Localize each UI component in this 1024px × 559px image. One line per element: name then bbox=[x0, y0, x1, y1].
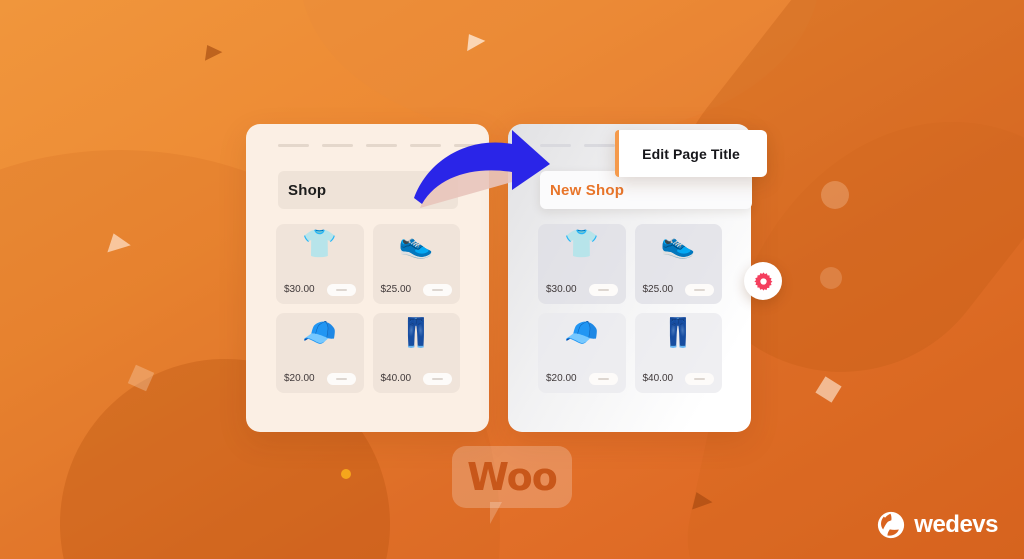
product-price: $30.00 bbox=[546, 284, 577, 295]
add-to-cart-button[interactable] bbox=[423, 284, 452, 296]
product-price: $25.00 bbox=[642, 284, 674, 295]
product-grid-left: 👕 $30.00 👟 $25.00 🧢 $20.00 👖 $40.00 bbox=[276, 224, 460, 393]
gear-icon bbox=[753, 271, 772, 291]
wedevs-brand: wedevs bbox=[877, 511, 998, 539]
product-price: $25.00 bbox=[380, 284, 412, 295]
jeans-icon: 👖 bbox=[398, 317, 434, 348]
product-card[interactable]: 🧢 $20.00 bbox=[538, 313, 626, 393]
add-to-cart-button[interactable] bbox=[685, 373, 714, 385]
tshirt-icon: 👕 bbox=[564, 228, 600, 259]
product-price: $40.00 bbox=[642, 373, 674, 384]
product-price: $30.00 bbox=[284, 284, 315, 295]
tshirt-icon: 👕 bbox=[302, 228, 338, 259]
shoe-icon: 👟 bbox=[660, 228, 696, 259]
settings-gear-button[interactable] bbox=[744, 262, 782, 300]
woo-wordmark: Woo bbox=[467, 455, 558, 499]
shoe-icon: 👟 bbox=[398, 228, 434, 259]
add-to-cart-button[interactable] bbox=[326, 284, 356, 296]
dash bbox=[366, 144, 397, 147]
product-card[interactable]: 🧢 $20.00 bbox=[276, 313, 364, 393]
add-to-cart-button[interactable] bbox=[588, 373, 618, 385]
dot-soft-right-2 bbox=[820, 267, 842, 289]
product-card[interactable]: 👕 $30.00 bbox=[276, 224, 364, 304]
jeans-icon: 👖 bbox=[660, 317, 696, 348]
add-to-cart-button[interactable] bbox=[326, 373, 356, 385]
product-price: $20.00 bbox=[546, 373, 577, 384]
edit-page-title-tooltip[interactable]: Edit Page Title bbox=[615, 130, 767, 177]
dash bbox=[278, 144, 309, 147]
dot-yellow bbox=[341, 469, 351, 479]
product-card[interactable]: 👟 $25.00 bbox=[634, 224, 722, 304]
dash bbox=[322, 144, 353, 147]
triangle-light-top bbox=[467, 34, 486, 53]
transform-arrow bbox=[412, 128, 562, 208]
triangle-dark-top-left bbox=[204, 44, 224, 64]
product-price: $40.00 bbox=[380, 373, 412, 384]
dash bbox=[584, 144, 615, 147]
page-title-text: Shop bbox=[288, 181, 327, 199]
wedevs-wordmark: wedevs bbox=[914, 511, 998, 538]
add-to-cart-button[interactable] bbox=[423, 373, 452, 385]
dot-soft-right bbox=[821, 181, 849, 209]
tooltip-label: Edit Page Title bbox=[642, 145, 740, 162]
cap-icon: 🧢 bbox=[564, 317, 600, 348]
product-card[interactable]: 👖 $40.00 bbox=[634, 313, 722, 393]
add-to-cart-button[interactable] bbox=[588, 284, 618, 296]
product-card[interactable]: 👟 $25.00 bbox=[372, 224, 460, 304]
product-grid-right: 👕 $30.00 👟 $25.00 🧢 $20.00 👖 $40.00 bbox=[538, 224, 722, 393]
product-card[interactable]: 👖 $40.00 bbox=[372, 313, 460, 393]
product-card[interactable]: 👕 $30.00 bbox=[538, 224, 626, 304]
add-to-cart-button[interactable] bbox=[685, 284, 714, 296]
product-price: $20.00 bbox=[284, 373, 315, 384]
wedevs-pinwheel-icon bbox=[878, 511, 905, 539]
woocommerce-logo: Woo bbox=[452, 446, 572, 524]
cap-icon: 🧢 bbox=[302, 317, 338, 348]
